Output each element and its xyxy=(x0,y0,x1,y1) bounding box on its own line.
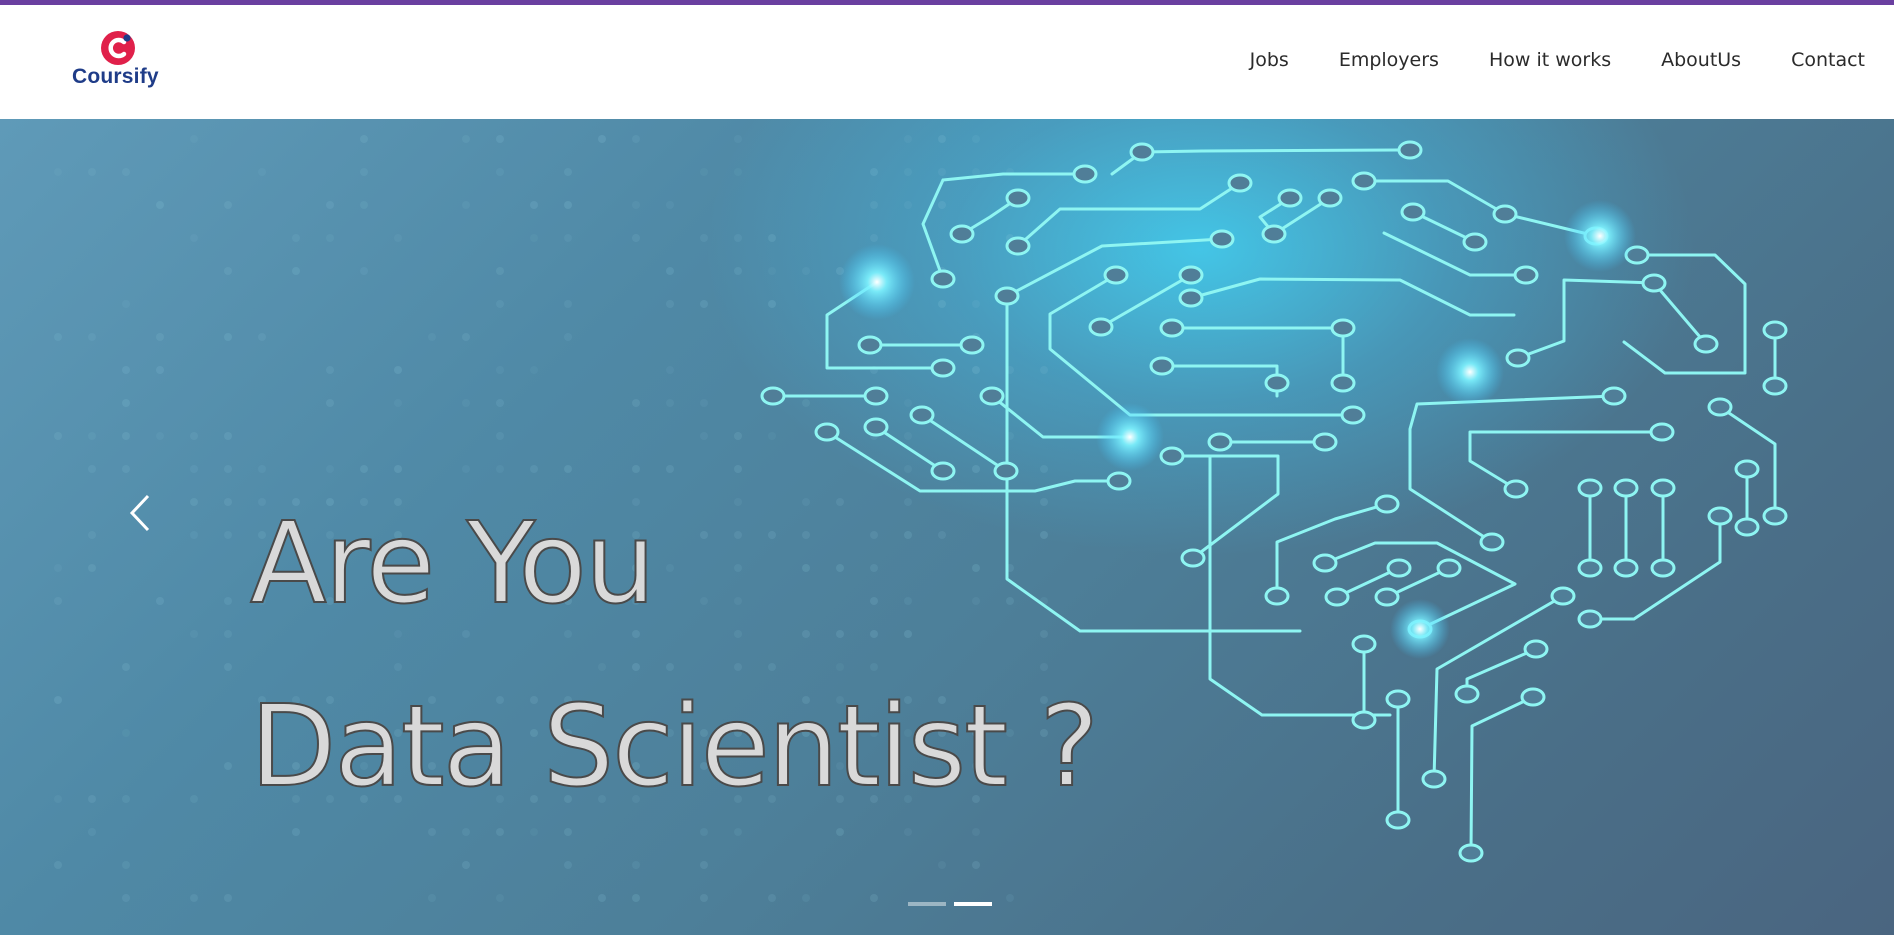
navbar: Coursify Jobs Employers How it works Abo… xyxy=(0,5,1894,119)
main-nav: Jobs Employers How it works AboutUs Cont… xyxy=(1200,49,1865,71)
nav-about-us[interactable]: AboutUs xyxy=(1661,49,1741,71)
chevron-left-icon xyxy=(129,494,150,532)
coursify-logo-icon xyxy=(101,31,135,65)
carousel-prev-button[interactable] xyxy=(128,493,152,533)
carousel-indicators xyxy=(908,902,992,906)
carousel-indicator-1[interactable] xyxy=(908,902,946,906)
brand-name: Coursify xyxy=(72,65,159,88)
hero-headline-line-2: Data Scientist ? xyxy=(249,681,1100,813)
nav-contact[interactable]: Contact xyxy=(1791,49,1865,71)
carousel-indicator-2[interactable] xyxy=(954,902,992,906)
nav-jobs[interactable]: Jobs xyxy=(1250,49,1289,71)
hero-headline-line-1: Are You xyxy=(249,498,657,630)
brand-logo[interactable]: Coursify xyxy=(72,29,168,93)
nav-employers[interactable]: Employers xyxy=(1339,49,1439,71)
hero-carousel: Are You Data Scientist ? xyxy=(0,119,1894,935)
nav-how-it-works[interactable]: How it works xyxy=(1489,49,1611,71)
